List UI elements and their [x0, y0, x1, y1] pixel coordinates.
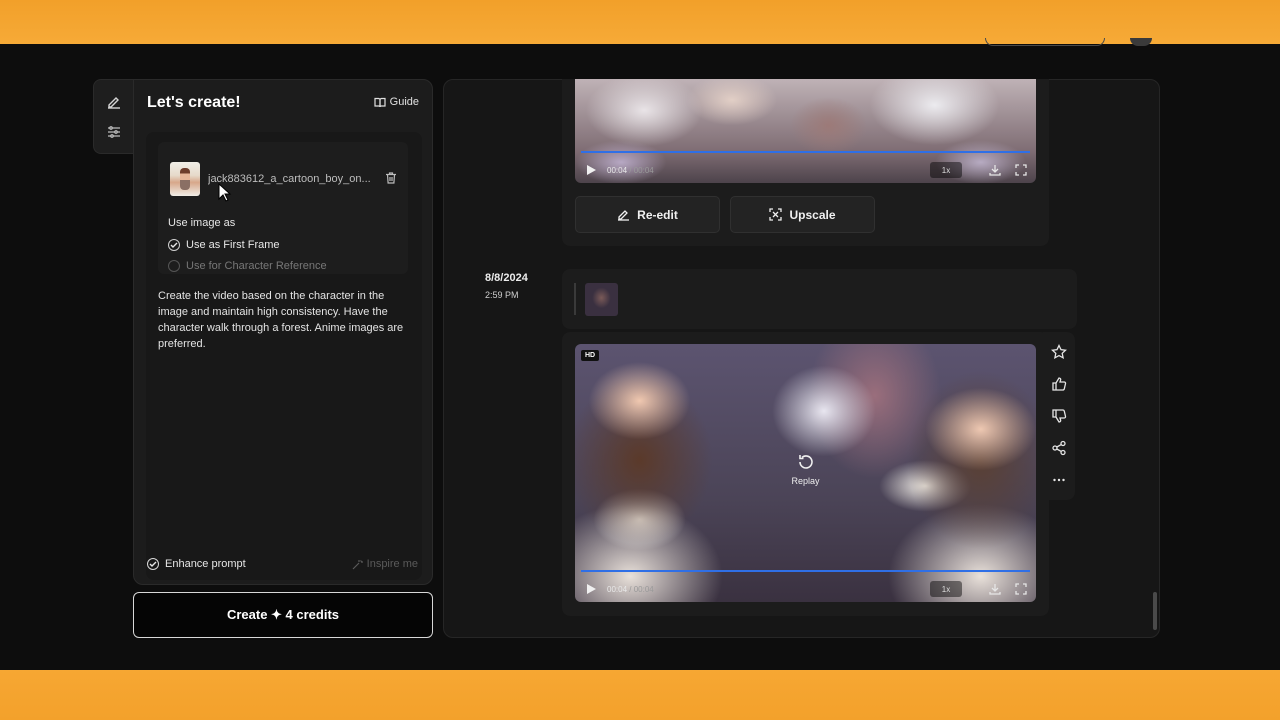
guide-link[interactable]: Guide [374, 96, 419, 108]
option-first-frame-label: Use as First Frame [186, 239, 280, 251]
re-edit-button[interactable]: Re-edit [575, 196, 720, 233]
image-thumbnail[interactable] [170, 162, 200, 196]
image-card: jack883612_a_cartoon_boy_on... Use image… [158, 142, 408, 274]
pen-icon [618, 210, 630, 221]
download-icon[interactable] [988, 163, 1002, 177]
prompt-text[interactable]: Create the video based on the character … [158, 288, 413, 352]
expand-icon [769, 208, 783, 221]
upscale-label: Upscale [789, 207, 836, 222]
video-progress-1[interactable] [581, 151, 1030, 153]
inspire-me-button[interactable]: Inspire me [352, 558, 418, 570]
edit-mode-button[interactable] [104, 92, 124, 112]
video-time-1: 00:04 / 00:04 [607, 165, 654, 175]
replay-button[interactable]: Replay [791, 452, 820, 486]
video-player-1[interactable]: 00:04 / 00:04 1x [575, 79, 1036, 183]
star-icon[interactable] [1051, 344, 1067, 360]
book-icon [374, 97, 386, 107]
fullscreen-icon[interactable] [1014, 163, 1028, 177]
video-player-2[interactable]: HD Replay 00:04 / 00:04 1x [575, 344, 1036, 602]
quote-bar [574, 283, 576, 315]
image-filename: jack883612_a_cartoon_boy_on... [208, 173, 371, 185]
download-icon[interactable] [988, 582, 1002, 596]
reference-thumbnail[interactable] [585, 283, 618, 316]
hd-badge: HD [581, 350, 600, 361]
prompt-reference-card [562, 269, 1077, 329]
create-button[interactable]: Create ✦ 4 credits [133, 592, 433, 638]
upscale-button[interactable]: Upscale [730, 196, 875, 233]
wand-icon [352, 559, 363, 569]
topbar-button[interactable] [985, 38, 1105, 46]
play-icon[interactable] [585, 583, 597, 595]
thumbs-up-icon[interactable] [1051, 376, 1067, 392]
tool-rail [93, 79, 133, 154]
option-first-frame[interactable]: Use as First Frame [168, 239, 280, 251]
speed-button-1[interactable]: 1x [930, 162, 962, 178]
use-image-as-label: Use image as [168, 217, 236, 229]
play-icon[interactable] [585, 164, 597, 176]
re-edit-label: Re-edit [637, 207, 678, 222]
edit-icon [108, 97, 120, 109]
enhance-prompt-toggle[interactable]: Enhance prompt [147, 558, 246, 570]
video-progress-2[interactable] [581, 570, 1030, 572]
trash-icon[interactable] [384, 171, 398, 185]
replay-label: Replay [791, 476, 820, 486]
video-actions-bar [1043, 332, 1075, 500]
generation-time: 2:59 PM [485, 290, 519, 300]
settings-mode-button[interactable] [104, 122, 124, 142]
thumbs-down-icon[interactable] [1051, 408, 1067, 424]
check-circle-icon [147, 558, 159, 570]
video-controls-1: 00:04 / 00:04 [575, 157, 1036, 183]
inspire-me-label: Inspire me [366, 558, 418, 570]
guide-label: Guide [389, 96, 419, 108]
video-controls-2: 00:04 / 00:04 [575, 576, 1036, 602]
feed-scrollbar[interactable] [1153, 592, 1157, 630]
panel-title: Let's create! [147, 94, 241, 111]
share-icon[interactable] [1051, 440, 1067, 456]
radio-empty-icon [168, 260, 180, 272]
prompt-area[interactable]: jack883612_a_cartoon_boy_on... Use image… [146, 132, 422, 580]
option-character-reference-label: Use for Character Reference [186, 260, 327, 272]
fullscreen-icon[interactable] [1014, 582, 1028, 596]
option-character-reference[interactable]: Use for Character Reference [168, 260, 327, 272]
bottom-accent-band [0, 670, 1280, 720]
sliders-icon [108, 126, 120, 138]
more-icon[interactable] [1051, 472, 1067, 488]
enhance-prompt-label: Enhance prompt [165, 558, 246, 570]
video-time-2: 00:04 / 00:04 [607, 584, 654, 594]
generation-date: 8/8/2024 [485, 272, 528, 284]
create-panel: Let's create! Guide jack883612_a_cartoon… [133, 79, 433, 585]
speed-button-2[interactable]: 1x [930, 581, 962, 597]
mouse-cursor-icon [218, 183, 232, 202]
check-circle-icon [168, 239, 180, 251]
replay-icon [798, 455, 813, 469]
